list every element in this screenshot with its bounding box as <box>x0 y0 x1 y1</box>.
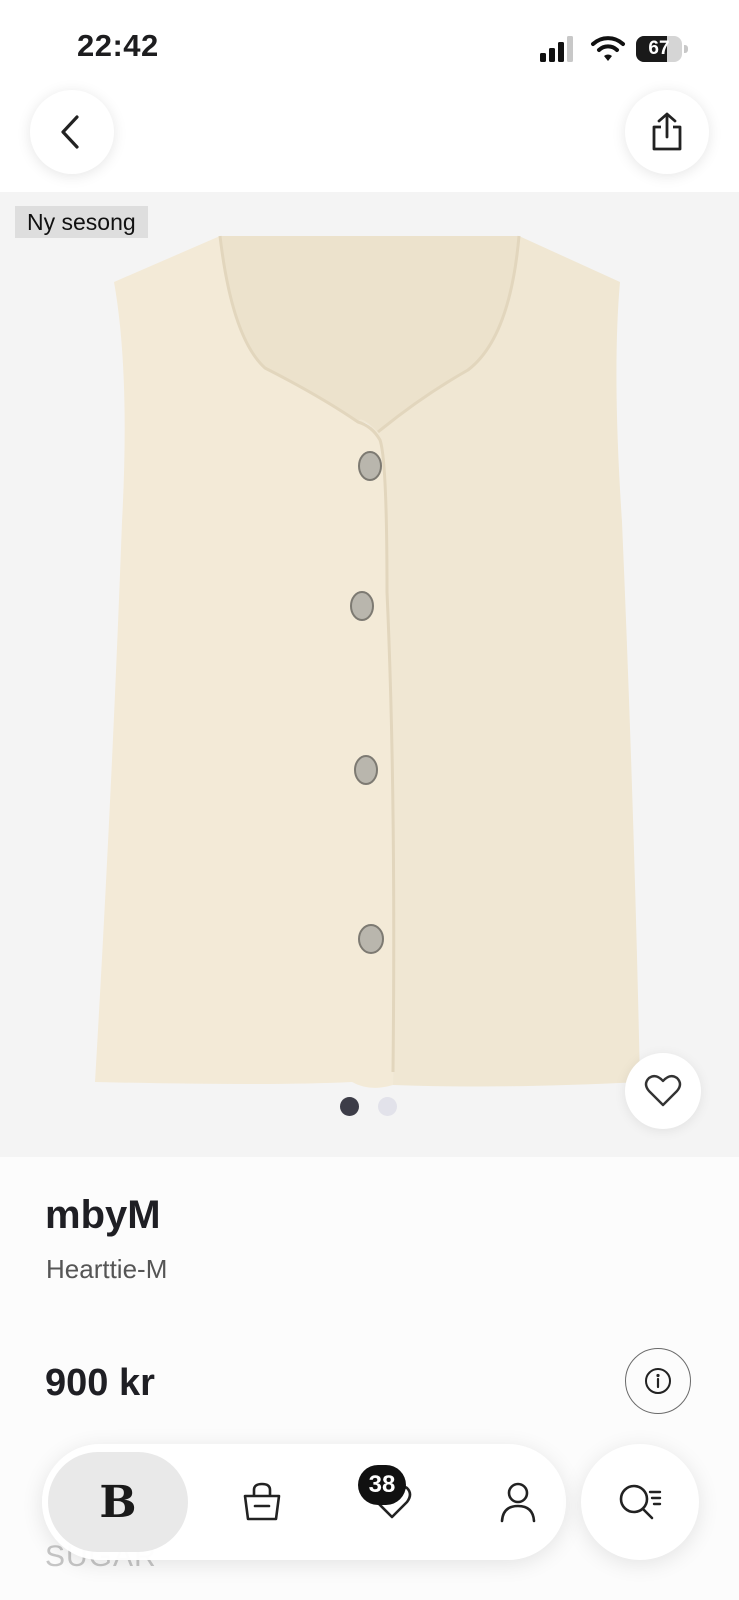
product-price: 900 kr <box>45 1362 155 1404</box>
heart-icon <box>644 1074 682 1107</box>
person-icon <box>500 1482 536 1523</box>
search-icon <box>619 1484 662 1520</box>
search-button[interactable] <box>581 1444 699 1560</box>
back-button[interactable] <box>30 90 114 174</box>
share-icon <box>652 112 682 151</box>
info-icon <box>645 1368 671 1394</box>
favorites-count-badge: 38 <box>358 1465 406 1505</box>
status-time: 22:42 <box>77 28 159 63</box>
battery-percentage: 67 <box>648 38 670 59</box>
product-brand[interactable]: mbyM <box>45 1193 161 1238</box>
shopping-bag-icon <box>243 1482 281 1521</box>
product-image-gallery[interactable]: Ny sesong <box>0 192 739 1157</box>
wifi-icon <box>591 36 625 61</box>
top-bar <box>0 80 739 192</box>
battery-indicator: 67 <box>636 36 688 62</box>
pagination-dot[interactable] <box>378 1097 397 1116</box>
product-image <box>95 235 640 1088</box>
new-season-badge: Ny sesong <box>15 206 148 238</box>
chevron-left-icon <box>61 115 79 149</box>
pagination-dot[interactable] <box>340 1097 359 1116</box>
nav-home[interactable]: B <box>48 1452 188 1552</box>
bottom-navigation: B <box>42 1444 566 1560</box>
price-info-button[interactable] <box>625 1348 691 1414</box>
share-button[interactable] <box>625 90 709 174</box>
home-logo-icon: B <box>99 1476 137 1528</box>
nav-shopping-bag[interactable] <box>212 1452 312 1552</box>
nav-profile[interactable] <box>468 1452 568 1552</box>
status-bar: 22:42 67 <box>0 0 739 80</box>
product-name: Hearttie-M <box>46 1254 168 1284</box>
cellular-signal-icon <box>540 36 573 62</box>
favorite-button[interactable] <box>625 1053 701 1129</box>
